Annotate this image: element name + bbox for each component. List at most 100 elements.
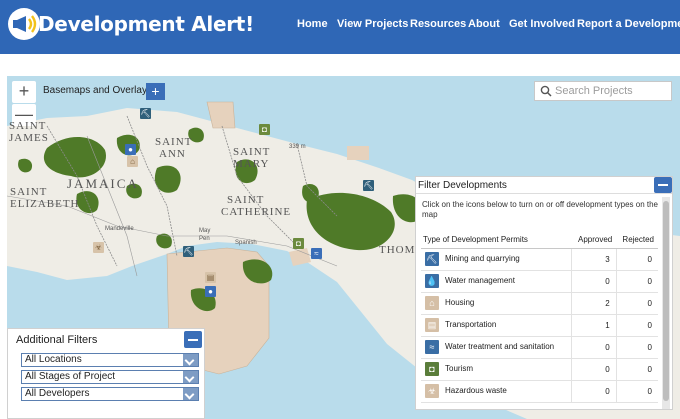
developers-select-value: All Developers [25, 388, 90, 399]
map-marker-mining-icon-2[interactable]: ⛏ [363, 180, 374, 191]
filter-developments-panel: Filter Developments Click on the icons b… [415, 176, 673, 410]
approved-count: 0 [571, 270, 617, 293]
search-projects-box[interactable] [534, 81, 672, 101]
scrollbar-thumb[interactable] [663, 201, 669, 401]
additional-filters-collapse-button[interactable] [184, 331, 202, 348]
development-type-label: Hazardous waste [445, 386, 507, 396]
chevron-down-icon [183, 388, 198, 400]
development-type-cell[interactable]: ⌂ Housing [421, 292, 572, 315]
nav-home[interactable]: Home [297, 18, 328, 30]
rejected-count: 0 [615, 380, 658, 403]
map-marker-waves-icon[interactable]: ≈ [311, 248, 322, 259]
col-type: Type of Development Permits [421, 231, 572, 249]
map-marker-tourism-icon-2[interactable]: ◘ [293, 238, 304, 249]
approved-count: 3 [571, 248, 617, 271]
map-label-saint-mary-1: SAINT [233, 146, 271, 158]
development-type-cell[interactable]: ☣ Hazardous waste [421, 380, 572, 403]
development-type-cell[interactable]: ▤ Transportation [421, 314, 572, 337]
table-row[interactable]: ⌂ Housing 2 0 [421, 292, 658, 315]
table-row[interactable]: ⛏ Mining and quarrying 3 0 [421, 248, 658, 271]
rejected-count: 0 [615, 292, 658, 315]
nav-report-development[interactable]: Report a Development [577, 18, 680, 30]
map-label-saint-mary-2: MARY [233, 158, 270, 170]
basemaps-overlays-toggle-button[interactable]: + [146, 83, 165, 100]
rejected-count: 0 [615, 270, 658, 293]
map-label-jamaica: JAMAICA [67, 176, 139, 191]
map-marker-mining-icon-3[interactable]: ⛏ [183, 246, 194, 257]
development-type-label: Tourism [445, 364, 474, 374]
table-row[interactable]: ◘ Tourism 0 0 [421, 358, 658, 381]
map-label-saint-james-1: SAINT [9, 120, 47, 132]
filter-developments-collapse-button[interactable] [654, 177, 672, 193]
map-label-elevation: 339 m [289, 144, 306, 150]
development-type-label: Mining and quarrying [445, 254, 520, 264]
panel-scrollbar[interactable] [662, 197, 670, 409]
map-label-saint-elizabeth-1: SAINT [10, 186, 48, 198]
top-navigation-bar: Development Alert! Home View Projects Re… [0, 0, 680, 54]
map-marker-water-icon-2[interactable]: ● [205, 286, 216, 297]
approved-count: 1 [571, 314, 617, 337]
development-type-label: Water treatment and sanitation [445, 342, 555, 352]
nav-about[interactable]: About [468, 18, 500, 30]
pickaxe-icon[interactable]: ⛏ [425, 252, 439, 266]
nav-resources[interactable]: Resources [410, 18, 466, 30]
approved-count: 0 [571, 336, 617, 359]
map-marker-water-icon[interactable]: ● [125, 144, 136, 155]
water-drop-icon[interactable]: 💧 [425, 274, 439, 288]
table-row[interactable]: ≈ Water treatment and sanitation 0 0 [421, 336, 658, 359]
development-type-cell[interactable]: ⛏ Mining and quarrying [421, 248, 572, 271]
development-type-cell[interactable]: ◘ Tourism [421, 358, 572, 381]
stages-select-value: All Stages of Project [25, 371, 116, 382]
search-projects-input[interactable] [555, 84, 667, 98]
house-icon[interactable]: ⌂ [425, 296, 439, 310]
map-label-saint-ann-1: SAINT [155, 136, 193, 148]
table-row[interactable]: ☣ Hazardous waste 0 0 [421, 380, 658, 403]
camera-icon[interactable]: ◘ [425, 362, 439, 376]
zoom-in-button[interactable]: + [12, 81, 36, 103]
basemaps-overlays-label[interactable]: Basemaps and Overlays [43, 85, 152, 96]
approved-count: 0 [571, 380, 617, 403]
map-marker-mining-icon[interactable]: ⛏ [140, 108, 151, 119]
col-approved: Approved [571, 231, 617, 249]
map-marker-transport-icon[interactable]: ▤ [205, 272, 216, 283]
approved-count: 2 [571, 292, 617, 315]
development-type-cell[interactable]: ≈ Water treatment and sanitation [421, 336, 572, 359]
additional-filters-panel: Additional Filters All Locations All Sta… [7, 328, 205, 419]
development-type-label: Water management [445, 276, 515, 286]
development-type-label: Housing [445, 298, 475, 308]
biohazard-icon[interactable]: ☣ [425, 384, 439, 398]
nav-view-projects[interactable]: View Projects [337, 18, 408, 30]
main-nav: Home View Projects Resources About Get I… [0, 18, 680, 32]
approved-count: 0 [571, 358, 617, 381]
map-marker-housing-icon[interactable]: ⌂ [127, 156, 138, 167]
search-icon [540, 85, 552, 97]
map-label-spanish-town: Spanish [235, 240, 257, 246]
locations-select-value: All Locations [25, 354, 82, 365]
developers-select[interactable]: All Developers [21, 387, 199, 401]
map-label-may-pen-2: Pen [199, 236, 210, 242]
additional-filters-title: Additional Filters [16, 334, 98, 346]
development-permits-table: Type of Development Permits Approved Rej… [421, 231, 658, 403]
map-marker-hazard-icon[interactable]: ☣ [93, 242, 104, 253]
filter-developments-intro: Click on the icons below to turn on or o… [422, 200, 658, 219]
chevron-down-icon [183, 371, 198, 383]
map-label-saint-catherine-2: CATHERINE [221, 206, 292, 218]
map-label-saint-james-2: JAMES [9, 132, 49, 144]
rejected-count: 0 [615, 358, 658, 381]
development-type-label: Transportation [445, 320, 497, 330]
rejected-count: 0 [615, 314, 658, 337]
locations-select[interactable]: All Locations [21, 353, 199, 367]
map-label-may-pen-1: May [199, 228, 211, 234]
stages-select[interactable]: All Stages of Project [21, 370, 199, 384]
chevron-down-icon [183, 354, 198, 366]
map-label-saint-ann-2: ANN [159, 148, 186, 160]
table-header-row: Type of Development Permits Approved Rej… [421, 231, 658, 249]
development-type-cell[interactable]: 💧 Water management [421, 270, 572, 293]
rejected-count: 0 [615, 336, 658, 359]
bus-icon[interactable]: ▤ [425, 318, 439, 332]
table-row[interactable]: ▤ Transportation 1 0 [421, 314, 658, 337]
waves-icon[interactable]: ≈ [425, 340, 439, 354]
nav-get-involved[interactable]: Get Involved [509, 18, 575, 30]
map-marker-tourism-icon[interactable]: ◘ [259, 124, 270, 135]
table-row[interactable]: 💧 Water management 0 0 [421, 270, 658, 293]
